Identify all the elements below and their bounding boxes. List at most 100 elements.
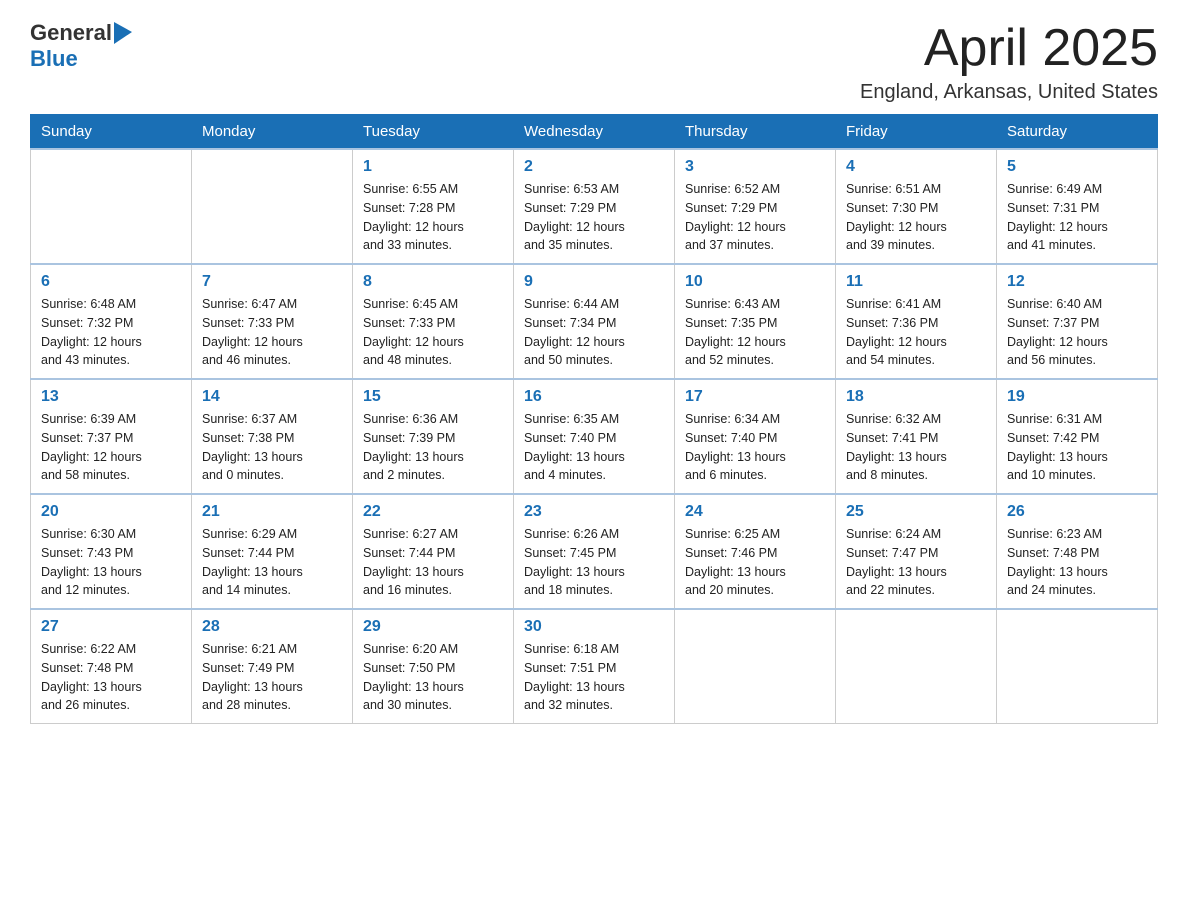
calendar-week-row: 13 Sunrise: 6:39 AM Sunset: 7:37 PM Dayli… bbox=[31, 379, 1158, 494]
day-number: 7 bbox=[202, 273, 342, 291]
page-title: April 2025 bbox=[860, 20, 1158, 77]
day-info: Sunrise: 6:22 AM Sunset: 7:48 PM Dayligh… bbox=[41, 640, 181, 715]
day-info: Sunrise: 6:34 AM Sunset: 7:40 PM Dayligh… bbox=[685, 410, 825, 485]
day-info: Sunrise: 6:35 AM Sunset: 7:40 PM Dayligh… bbox=[524, 410, 664, 485]
logo: General Blue bbox=[30, 20, 132, 72]
calendar-cell: 24 Sunrise: 6:25 AM Sunset: 7:46 PM Dayli… bbox=[675, 494, 836, 609]
day-number: 6 bbox=[41, 273, 181, 291]
day-info: Sunrise: 6:44 AM Sunset: 7:34 PM Dayligh… bbox=[524, 295, 664, 370]
calendar-header-row: SundayMondayTuesdayWednesdayThursdayFrid… bbox=[31, 115, 1158, 150]
calendar-cell: 2 Sunrise: 6:53 AM Sunset: 7:29 PM Daylig… bbox=[514, 149, 675, 264]
day-number: 20 bbox=[41, 503, 181, 521]
calendar-cell: 5Sunrise: 6:49 AM Sunset: 7:31 PM Daylig… bbox=[997, 149, 1158, 264]
calendar-cell: 15Sunrise: 6:36 AM Sunset: 7:39 PM Dayli… bbox=[353, 379, 514, 494]
calendar-cell: 27 Sunrise: 6:22 AM Sunset: 7:48 PM Dayli… bbox=[31, 609, 192, 724]
day-number: 22 bbox=[363, 503, 503, 521]
calendar-week-row: 1 Sunrise: 6:55 AM Sunset: 7:28 PM Daylig… bbox=[31, 149, 1158, 264]
calendar-cell bbox=[192, 149, 353, 264]
calendar-cell: 16 Sunrise: 6:35 AM Sunset: 7:40 PM Dayli… bbox=[514, 379, 675, 494]
day-info: Sunrise: 6:25 AM Sunset: 7:46 PM Dayligh… bbox=[685, 525, 825, 600]
calendar-table: SundayMondayTuesdayWednesdayThursdayFrid… bbox=[30, 114, 1158, 724]
calendar-cell: 14 Sunrise: 6:37 AM Sunset: 7:38 PM Dayli… bbox=[192, 379, 353, 494]
day-info: Sunrise: 6:45 AM Sunset: 7:33 PM Dayligh… bbox=[363, 295, 503, 370]
calendar-cell: 22 Sunrise: 6:27 AM Sunset: 7:44 PM Dayli… bbox=[353, 494, 514, 609]
calendar-cell: 9 Sunrise: 6:44 AM Sunset: 7:34 PM Daylig… bbox=[514, 264, 675, 379]
day-number: 16 bbox=[524, 388, 664, 406]
day-number: 21 bbox=[202, 503, 342, 521]
day-number: 13 bbox=[41, 388, 181, 406]
calendar-cell: 19 Sunrise: 6:31 AM Sunset: 7:42 PM Dayli… bbox=[997, 379, 1158, 494]
day-number: 10 bbox=[685, 273, 825, 291]
day-info: Sunrise: 6:23 AM Sunset: 7:48 PM Dayligh… bbox=[1007, 525, 1147, 600]
day-info: Sunrise: 6:52 AM Sunset: 7:29 PM Dayligh… bbox=[685, 180, 825, 255]
calendar-cell: 21 Sunrise: 6:29 AM Sunset: 7:44 PM Dayli… bbox=[192, 494, 353, 609]
day-info: Sunrise: 6:47 AM Sunset: 7:33 PM Dayligh… bbox=[202, 295, 342, 370]
day-info: Sunrise: 6:21 AM Sunset: 7:49 PM Dayligh… bbox=[202, 640, 342, 715]
day-info: Sunrise: 6:37 AM Sunset: 7:38 PM Dayligh… bbox=[202, 410, 342, 485]
day-number: 2 bbox=[524, 158, 664, 176]
calendar-cell: 7 Sunrise: 6:47 AM Sunset: 7:33 PM Daylig… bbox=[192, 264, 353, 379]
calendar-cell: 10 Sunrise: 6:43 AM Sunset: 7:35 PM Dayli… bbox=[675, 264, 836, 379]
day-info: Sunrise: 6:53 AM Sunset: 7:29 PM Dayligh… bbox=[524, 180, 664, 255]
calendar-cell: 3 Sunrise: 6:52 AM Sunset: 7:29 PM Daylig… bbox=[675, 149, 836, 264]
calendar-week-row: 6 Sunrise: 6:48 AM Sunset: 7:32 PM Daylig… bbox=[31, 264, 1158, 379]
day-number: 3 bbox=[685, 158, 825, 176]
calendar-cell: 25 Sunrise: 6:24 AM Sunset: 7:47 PM Dayli… bbox=[836, 494, 997, 609]
day-number: 29 bbox=[363, 618, 503, 636]
day-number: 11 bbox=[846, 273, 986, 291]
day-info: Sunrise: 6:55 AM Sunset: 7:28 PM Dayligh… bbox=[363, 180, 503, 255]
logo-triangle-icon bbox=[114, 22, 132, 44]
day-info: Sunrise: 6:36 AM Sunset: 7:39 PM Dayligh… bbox=[363, 410, 503, 485]
calendar-cell: 1 Sunrise: 6:55 AM Sunset: 7:28 PM Daylig… bbox=[353, 149, 514, 264]
day-number: 25 bbox=[846, 503, 986, 521]
calendar-header-thursday: Thursday bbox=[675, 115, 836, 150]
day-number: 12 bbox=[1007, 273, 1147, 291]
day-number: 26 bbox=[1007, 503, 1147, 521]
calendar-header-sunday: Sunday bbox=[31, 115, 192, 150]
day-number: 18 bbox=[846, 388, 986, 406]
calendar-cell: 4 Sunrise: 6:51 AM Sunset: 7:30 PM Daylig… bbox=[836, 149, 997, 264]
calendar-header-friday: Friday bbox=[836, 115, 997, 150]
day-number: 30 bbox=[524, 618, 664, 636]
day-info: Sunrise: 6:48 AM Sunset: 7:32 PM Dayligh… bbox=[41, 295, 181, 370]
day-number: 4 bbox=[846, 158, 986, 176]
calendar-cell: 8Sunrise: 6:45 AM Sunset: 7:33 PM Daylig… bbox=[353, 264, 514, 379]
day-number: 24 bbox=[685, 503, 825, 521]
calendar-header-saturday: Saturday bbox=[997, 115, 1158, 150]
day-info: Sunrise: 6:30 AM Sunset: 7:43 PM Dayligh… bbox=[41, 525, 181, 600]
day-info: Sunrise: 6:20 AM Sunset: 7:50 PM Dayligh… bbox=[363, 640, 503, 715]
calendar-cell: 26 Sunrise: 6:23 AM Sunset: 7:48 PM Dayli… bbox=[997, 494, 1158, 609]
calendar-cell: 30 Sunrise: 6:18 AM Sunset: 7:51 PM Dayli… bbox=[514, 609, 675, 724]
day-info: Sunrise: 6:31 AM Sunset: 7:42 PM Dayligh… bbox=[1007, 410, 1147, 485]
day-number: 9 bbox=[524, 273, 664, 291]
day-info: Sunrise: 6:26 AM Sunset: 7:45 PM Dayligh… bbox=[524, 525, 664, 600]
day-number: 27 bbox=[41, 618, 181, 636]
day-number: 28 bbox=[202, 618, 342, 636]
page-header: General Blue April 2025 England, Arkansa… bbox=[30, 20, 1158, 104]
day-number: 14 bbox=[202, 388, 342, 406]
day-info: Sunrise: 6:27 AM Sunset: 7:44 PM Dayligh… bbox=[363, 525, 503, 600]
calendar-cell bbox=[31, 149, 192, 264]
calendar-cell bbox=[675, 609, 836, 724]
calendar-cell: 28 Sunrise: 6:21 AM Sunset: 7:49 PM Dayli… bbox=[192, 609, 353, 724]
day-info: Sunrise: 6:29 AM Sunset: 7:44 PM Dayligh… bbox=[202, 525, 342, 600]
calendar-cell: 11Sunrise: 6:41 AM Sunset: 7:36 PM Dayli… bbox=[836, 264, 997, 379]
day-number: 23 bbox=[524, 503, 664, 521]
day-info: Sunrise: 6:43 AM Sunset: 7:35 PM Dayligh… bbox=[685, 295, 825, 370]
day-number: 5 bbox=[1007, 158, 1147, 176]
day-number: 19 bbox=[1007, 388, 1147, 406]
day-info: Sunrise: 6:24 AM Sunset: 7:47 PM Dayligh… bbox=[846, 525, 986, 600]
calendar-cell: 12 Sunrise: 6:40 AM Sunset: 7:37 PM Dayli… bbox=[997, 264, 1158, 379]
day-info: Sunrise: 6:39 AM Sunset: 7:37 PM Dayligh… bbox=[41, 410, 181, 485]
calendar-cell bbox=[836, 609, 997, 724]
day-info: Sunrise: 6:18 AM Sunset: 7:51 PM Dayligh… bbox=[524, 640, 664, 715]
title-area: April 2025 England, Arkansas, United Sta… bbox=[860, 20, 1158, 104]
day-info: Sunrise: 6:32 AM Sunset: 7:41 PM Dayligh… bbox=[846, 410, 986, 485]
calendar-cell: 18 Sunrise: 6:32 AM Sunset: 7:41 PM Dayli… bbox=[836, 379, 997, 494]
calendar-cell bbox=[997, 609, 1158, 724]
calendar-cell: 20 Sunrise: 6:30 AM Sunset: 7:43 PM Dayli… bbox=[31, 494, 192, 609]
calendar-header-monday: Monday bbox=[192, 115, 353, 150]
day-info: Sunrise: 6:40 AM Sunset: 7:37 PM Dayligh… bbox=[1007, 295, 1147, 370]
day-number: 1 bbox=[363, 158, 503, 176]
day-info: Sunrise: 6:51 AM Sunset: 7:30 PM Dayligh… bbox=[846, 180, 986, 255]
